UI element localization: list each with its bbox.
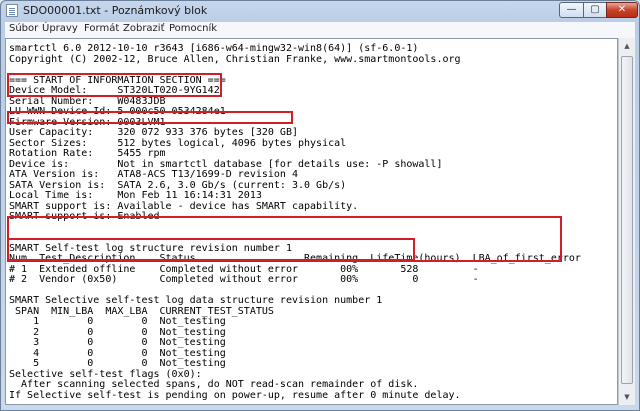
text-line: Serial Number: W0483JDB [9,95,166,107]
text-editor-area[interactable]: smartctl 6.0 2012-10-10 r3643 [i686-w64-… [5,38,618,405]
text-line: Selective self-test flags (0x0): [9,368,202,380]
text-line: After scanning selected spans, do NOT re… [9,379,419,390]
menu-view[interactable]: Zobraziť [123,23,165,34]
menu-format[interactable]: Formát [84,23,119,34]
highlight-device-model-serial [7,73,222,97]
text-line: SMART support is: Available - device has… [9,200,359,212]
highlight-test-entries [7,238,415,261]
text-line: Sector Sizes: 512 bytes logical, 4096 by… [9,137,347,149]
vertical-scrollbar[interactable]: ▲ ▼ [618,38,635,405]
text-line: smartctl 6.0 2012-10-10 r3643 [i686-w64-… [9,43,419,54]
scroll-up-icon[interactable]: ▲ [620,38,634,54]
text-line: 4 0 0 Not_testing [9,347,226,359]
text-line: 5 0 0 Not_testing [9,358,226,369]
window-title: SDO00001.txt - Poznámkový blok [23,4,208,17]
notepad-icon [6,4,18,17]
text-line: ATA Version is: ATA8-ACS T13/1699-D revi… [9,169,298,180]
scroll-down-icon[interactable]: ▼ [620,389,634,405]
text-line: Rotation Rate: 5455 rpm [9,148,166,159]
menu-edit[interactable]: Úpravy [42,23,78,34]
notepad-window: SDO00001.txt - Poznámkový blok — ▢ ✕ Súb… [0,0,640,411]
text-line: SMART Selective self-test log data struc… [9,295,383,306]
menu-help[interactable]: Pomocník [169,23,217,34]
maximize-button[interactable]: ▢ [583,2,607,18]
menu-file[interactable]: Súbor [9,23,38,34]
text-line: User Capacity: 320 072 933 376 bytes [32… [9,127,298,138]
text-line: If Selective self-test is pending on pow… [9,389,461,401]
highlight-user-capacity [7,111,293,124]
text-line: 2 0 0 Not_testing [9,326,226,338]
scroll-thumb[interactable] [621,56,633,384]
menu-bar: Súbor Úpravy Formát Zobraziť Pomocník [5,22,635,38]
text-line: 3 0 0 Not_testing [9,337,226,348]
minimize-button[interactable]: — [559,2,584,18]
text-line: # 2 Vendor (0x50) Completed without erro… [9,274,479,285]
text-line: SPAN MIN_LBA MAX_LBA CURRENT_TEST_STATUS [9,305,274,317]
title-bar[interactable]: SDO00001.txt - Poznámkový blok — ▢ ✕ [1,1,639,21]
text-line: Copyright (C) 2002-12, Bruce Allen, Chri… [9,53,461,65]
text-line: # 1 Extended offline Completed without e… [9,263,479,275]
text-line: Local Time is: Mon Feb 11 16:14:31 2013 [9,190,262,201]
text-line: SATA Version is: SATA 2.6, 3.0 Gb/s (cur… [9,179,347,191]
text-line: Device is: Not in smartctl database [for… [9,158,443,170]
text-line: 1 0 0 Not_testing [9,316,226,327]
close-button[interactable]: ✕ [606,2,638,18]
